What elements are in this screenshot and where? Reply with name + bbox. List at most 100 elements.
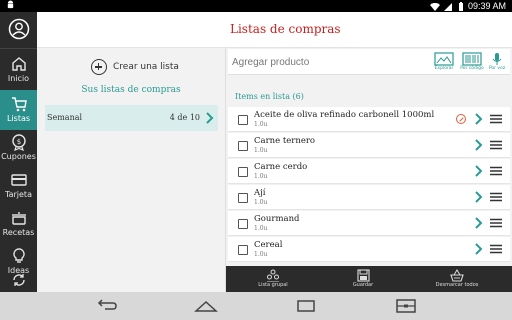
item-qty: 1.0u [254,121,268,128]
rail-label: Inicio [7,74,30,83]
chevron-right-icon[interactable] [473,165,483,177]
item-name: Cereal [254,240,283,250]
explore-icon [434,52,454,66]
barcode-icon [462,52,482,66]
page-title: Listas de compras [230,22,341,36]
rail-item-cupones[interactable]: $ Cupones [0,128,37,168]
drag-handle-icon[interactable] [490,139,502,151]
group-icon [267,269,279,282]
battery-icon [458,2,464,11]
add-circle-icon [91,59,107,75]
list-item[interactable]: Carne cerdo 1.0u [228,159,510,184]
back-icon[interactable] [95,298,119,314]
chevron-right-icon[interactable] [473,191,483,203]
save-button[interactable]: Guardar [328,269,398,291]
chevron-right-icon[interactable] [473,217,483,229]
promo-icon [456,114,466,124]
list-item[interactable]: Carne ternero 1.0u [228,133,510,158]
profile-button[interactable] [0,12,37,48]
voice-button[interactable]: Por voz [484,52,510,74]
list-count: 4 de 10 [169,113,200,122]
rail-item-listas[interactable]: Listas [0,90,37,130]
coupon-icon: $ [11,134,26,151]
add-product-bar: Explorar Por código Por voz [228,49,510,75]
rail-label: Tarjeta [5,190,32,199]
home-icon [11,57,26,71]
lightbulb-icon [12,248,25,263]
uncheck-all-button[interactable]: Desmarcar todos [422,269,492,291]
explore-label: Explorar [434,66,454,71]
user-avatar-icon [8,18,29,40]
barcode-button[interactable]: Por código [459,52,485,74]
rail-item-inicio[interactable]: Inicio [0,50,37,90]
explore-button[interactable]: Explorar [431,52,457,74]
item-qty: 1.0u [254,199,268,206]
rail-item-recetas[interactable]: Recetas [0,204,37,244]
save-icon [356,269,370,282]
navigation-rail: Inicio Listas $ Cupones Tarjeta Recetas … [0,12,37,292]
cooking-pot-icon [11,212,26,225]
rail-label: Cupones [1,152,36,161]
sync-icon [12,274,25,286]
signal-icon [443,2,454,11]
drag-handle-icon[interactable] [490,165,502,177]
items-heading: Items en lista (6) [235,92,304,101]
item-checkbox[interactable] [238,219,248,229]
group-list-button[interactable]: Lista grupal [238,269,308,291]
save-label: Guardar [352,282,374,288]
rail-item-tarjeta[interactable]: Tarjeta [0,166,37,206]
barcode-label: Por código [460,66,484,71]
action-bar: Lista grupal Guardar Desmarcar todos [226,266,512,292]
item-checkbox[interactable] [238,167,248,177]
shopping-cart-icon [11,97,27,112]
uncheck-basket-icon [450,269,464,282]
card-icon [10,174,27,186]
item-checkbox[interactable] [238,115,248,125]
list-name: Semanal [47,113,83,122]
system-nav-bar [0,292,512,320]
item-qty: 1.0u [254,173,268,180]
item-checkbox[interactable] [238,141,248,151]
rail-label: Listas [6,114,31,123]
lists-panel: Crear una lista Sus listas de compras Se… [37,48,225,292]
app-header: Listas de compras [37,12,512,48]
list-item[interactable]: Cereal 1.0u [228,237,510,262]
list-item[interactable]: Gourmand 1.0u [228,211,510,236]
list-item[interactable]: Ají 1.0u [228,185,510,210]
home-nav-icon[interactable] [194,298,218,314]
chevron-right-icon [206,112,214,124]
voice-label: Por voz [488,66,506,71]
items-panel: Explorar Por código Por voz Items en lis… [226,48,512,292]
item-qty: 1.0u [254,147,268,154]
sync-button[interactable] [0,268,37,292]
item-qty: 1.0u [254,251,268,258]
wifi-icon [429,2,440,12]
item-name: Carne cerdo [254,162,308,172]
list-item[interactable]: Aceite de oliva refinado carbonell 1000m… [228,107,510,132]
clock: 09:39 AM [467,1,506,11]
item-name: Ají [254,188,266,198]
drag-handle-icon[interactable] [490,243,502,255]
create-list-button[interactable]: Crear una lista [91,58,179,76]
status-bar: 09:39 AM [0,0,512,12]
item-name: Carne ternero [254,136,316,146]
item-name: Gourmand [254,214,300,224]
item-checkbox[interactable] [238,193,248,203]
item-name: Aceite de oliva refinado carbonell 1000m… [254,110,435,120]
recents-icon[interactable] [294,298,318,314]
chevron-right-icon[interactable] [473,243,483,255]
add-product-input[interactable] [232,54,422,70]
item-checkbox[interactable] [238,245,248,255]
list-item[interactable]: Semanal 4 de 10 [45,105,218,131]
dual-window-icon[interactable] [394,298,418,314]
drag-handle-icon[interactable] [490,191,502,203]
lists-heading: Sus listas de compras [81,85,181,95]
svg-text:$: $ [16,138,20,146]
create-list-label: Crear una lista [113,62,179,72]
item-qty: 1.0u [254,225,268,232]
chevron-right-icon[interactable] [473,113,483,125]
chevron-right-icon[interactable] [473,139,483,151]
drag-handle-icon[interactable] [490,113,502,125]
rail-label: Recetas [2,228,35,237]
drag-handle-icon[interactable] [490,217,502,229]
